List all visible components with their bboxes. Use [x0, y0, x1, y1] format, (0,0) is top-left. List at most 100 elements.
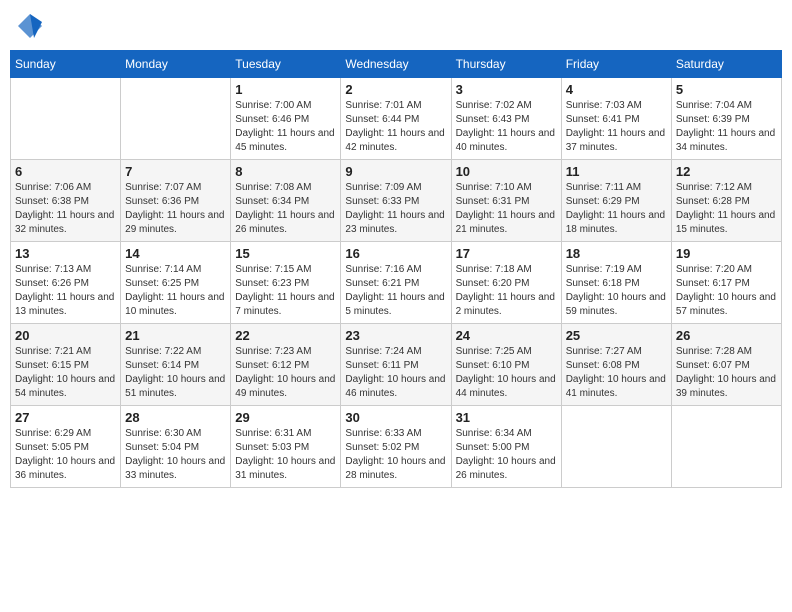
day-info: Sunrise: 7:21 AM Sunset: 6:15 PM Dayligh… [15, 345, 116, 401]
day-number: 12 [676, 164, 777, 179]
calendar-cell: 13 Sunrise: 7:13 AM Sunset: 6:26 PM Dayli… [11, 242, 121, 324]
page-header [10, 10, 782, 42]
calendar-cell: 15Sunrise: 7:15 AM Sunset: 6:23 PM Dayli… [231, 242, 341, 324]
day-number: 2 [345, 82, 446, 97]
calendar-cell: 19 Sunrise: 7:20 AM Sunset: 6:17 PM Dayli… [671, 242, 781, 324]
header-day: Thursday [451, 51, 561, 78]
day-info: Sunrise: 6:34 AM Sunset: 5:00 PM Dayligh… [456, 427, 557, 483]
header-day: Wednesday [341, 51, 451, 78]
calendar-cell: 14 Sunrise: 7:14 AM Sunset: 6:25 PM Dayli… [121, 242, 231, 324]
day-info: Sunrise: 7:12 AM Sunset: 6:28 PM Dayligh… [676, 181, 777, 237]
day-number: 27 [15, 410, 116, 425]
day-info: Sunrise: 7:07 AM Sunset: 6:36 PM Dayligh… [125, 181, 226, 237]
day-number: 18 [566, 246, 667, 261]
week-row: 27 Sunrise: 6:29 AM Sunset: 5:05 PM Dayli… [11, 406, 782, 488]
day-number: 30 [345, 410, 446, 425]
day-info: Sunrise: 7:13 AM Sunset: 6:26 PM Dayligh… [15, 263, 116, 319]
day-info: Sunrise: 7:27 AM Sunset: 6:08 PM Dayligh… [566, 345, 667, 401]
day-info: Sunrise: 7:15 AM Sunset: 6:23 PM Dayligh… [235, 263, 336, 319]
day-number: 3 [456, 82, 557, 97]
calendar-header: SundayMondayTuesdayWednesdayThursdayFrid… [11, 51, 782, 78]
day-number: 5 [676, 82, 777, 97]
calendar-cell: 24 Sunrise: 7:25 AM Sunset: 6:10 PM Dayli… [451, 324, 561, 406]
calendar-cell: 8 Sunrise: 7:08 AM Sunset: 6:34 PM Daylig… [231, 160, 341, 242]
day-number: 29 [235, 410, 336, 425]
day-info: Sunrise: 6:29 AM Sunset: 5:05 PM Dayligh… [15, 427, 116, 483]
calendar-cell [121, 78, 231, 160]
day-info: Sunrise: 6:31 AM Sunset: 5:03 PM Dayligh… [235, 427, 336, 483]
day-info: Sunrise: 7:02 AM Sunset: 6:43 PM Dayligh… [456, 99, 557, 155]
day-number: 22 [235, 328, 336, 343]
calendar-cell: 28 Sunrise: 6:30 AM Sunset: 5:04 PM Dayli… [121, 406, 231, 488]
calendar-table: SundayMondayTuesdayWednesdayThursdayFrid… [10, 50, 782, 488]
day-info: Sunrise: 7:01 AM Sunset: 6:44 PM Dayligh… [345, 99, 446, 155]
calendar-cell: 25Sunrise: 7:27 AM Sunset: 6:08 PM Dayli… [561, 324, 671, 406]
day-info: Sunrise: 7:10 AM Sunset: 6:31 PM Dayligh… [456, 181, 557, 237]
day-info: Sunrise: 7:22 AM Sunset: 6:14 PM Dayligh… [125, 345, 226, 401]
calendar-cell: 31 Sunrise: 6:34 AM Sunset: 5:00 PM Dayli… [451, 406, 561, 488]
calendar-cell: 6 Sunrise: 7:06 AM Sunset: 6:38 PM Daylig… [11, 160, 121, 242]
day-info: Sunrise: 7:20 AM Sunset: 6:17 PM Dayligh… [676, 263, 777, 319]
day-info: Sunrise: 7:08 AM Sunset: 6:34 PM Dayligh… [235, 181, 336, 237]
day-number: 11 [566, 164, 667, 179]
day-info: Sunrise: 7:06 AM Sunset: 6:38 PM Dayligh… [15, 181, 116, 237]
day-info: Sunrise: 7:11 AM Sunset: 6:29 PM Dayligh… [566, 181, 667, 237]
day-number: 26 [676, 328, 777, 343]
day-info: Sunrise: 7:28 AM Sunset: 6:07 PM Dayligh… [676, 345, 777, 401]
day-number: 7 [125, 164, 226, 179]
day-info: Sunrise: 7:09 AM Sunset: 6:33 PM Dayligh… [345, 181, 446, 237]
header-row: SundayMondayTuesdayWednesdayThursdayFrid… [11, 51, 782, 78]
header-day: Saturday [671, 51, 781, 78]
day-number: 10 [456, 164, 557, 179]
day-number: 6 [15, 164, 116, 179]
calendar-cell: 5Sunrise: 7:04 AM Sunset: 6:39 PM Daylig… [671, 78, 781, 160]
calendar-cell: 3 Sunrise: 7:02 AM Sunset: 6:43 PM Daylig… [451, 78, 561, 160]
day-number: 16 [345, 246, 446, 261]
logo-icon [14, 10, 46, 42]
calendar-cell: 7 Sunrise: 7:07 AM Sunset: 6:36 PM Daylig… [121, 160, 231, 242]
header-day: Friday [561, 51, 671, 78]
day-info: Sunrise: 7:25 AM Sunset: 6:10 PM Dayligh… [456, 345, 557, 401]
calendar-cell: 2 Sunrise: 7:01 AM Sunset: 6:44 PM Daylig… [341, 78, 451, 160]
day-number: 31 [456, 410, 557, 425]
calendar-cell: 11 Sunrise: 7:11 AM Sunset: 6:29 PM Dayli… [561, 160, 671, 242]
day-number: 19 [676, 246, 777, 261]
day-info: Sunrise: 6:30 AM Sunset: 5:04 PM Dayligh… [125, 427, 226, 483]
day-info: Sunrise: 7:16 AM Sunset: 6:21 PM Dayligh… [345, 263, 446, 319]
header-day: Sunday [11, 51, 121, 78]
day-number: 20 [15, 328, 116, 343]
day-number: 4 [566, 82, 667, 97]
calendar-cell: 1 Sunrise: 7:00 AM Sunset: 6:46 PM Daylig… [231, 78, 341, 160]
calendar-cell: 27 Sunrise: 6:29 AM Sunset: 5:05 PM Dayli… [11, 406, 121, 488]
day-number: 13 [15, 246, 116, 261]
day-number: 14 [125, 246, 226, 261]
calendar-cell: 17Sunrise: 7:18 AM Sunset: 6:20 PM Dayli… [451, 242, 561, 324]
calendar-cell: 12 Sunrise: 7:12 AM Sunset: 6:28 PM Dayli… [671, 160, 781, 242]
calendar-cell [561, 406, 671, 488]
header-day: Tuesday [231, 51, 341, 78]
header-day: Monday [121, 51, 231, 78]
week-row: 20 Sunrise: 7:21 AM Sunset: 6:15 PM Dayli… [11, 324, 782, 406]
week-row: 13 Sunrise: 7:13 AM Sunset: 6:26 PM Dayli… [11, 242, 782, 324]
day-number: 1 [235, 82, 336, 97]
calendar-cell: 21 Sunrise: 7:22 AM Sunset: 6:14 PM Dayli… [121, 324, 231, 406]
day-info: Sunrise: 7:24 AM Sunset: 6:11 PM Dayligh… [345, 345, 446, 401]
day-number: 24 [456, 328, 557, 343]
calendar-body: 1 Sunrise: 7:00 AM Sunset: 6:46 PM Daylig… [11, 78, 782, 488]
calendar-cell: 22Sunrise: 7:23 AM Sunset: 6:12 PM Dayli… [231, 324, 341, 406]
day-number: 9 [345, 164, 446, 179]
day-info: Sunrise: 7:19 AM Sunset: 6:18 PM Dayligh… [566, 263, 667, 319]
week-row: 1 Sunrise: 7:00 AM Sunset: 6:46 PM Daylig… [11, 78, 782, 160]
calendar-cell [671, 406, 781, 488]
day-info: Sunrise: 7:18 AM Sunset: 6:20 PM Dayligh… [456, 263, 557, 319]
day-number: 8 [235, 164, 336, 179]
calendar-cell [11, 78, 121, 160]
calendar-cell: 29 Sunrise: 6:31 AM Sunset: 5:03 PM Dayli… [231, 406, 341, 488]
day-number: 28 [125, 410, 226, 425]
day-info: Sunrise: 7:14 AM Sunset: 6:25 PM Dayligh… [125, 263, 226, 319]
calendar-cell: 18 Sunrise: 7:19 AM Sunset: 6:18 PM Dayli… [561, 242, 671, 324]
day-info: Sunrise: 7:00 AM Sunset: 6:46 PM Dayligh… [235, 99, 336, 155]
logo [14, 10, 50, 42]
calendar-cell: 10 Sunrise: 7:10 AM Sunset: 6:31 PM Dayli… [451, 160, 561, 242]
day-number: 21 [125, 328, 226, 343]
